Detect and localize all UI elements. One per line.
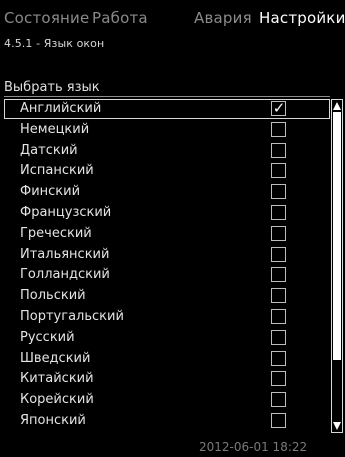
language-label: Французский	[20, 205, 112, 220]
language-row[interactable]: Корейский	[4, 390, 330, 410]
language-checkbox[interactable]	[271, 184, 286, 200]
breadcrumb: 4.5.1 - Язык окон	[4, 37, 105, 50]
language-row[interactable]: Французский	[4, 203, 330, 223]
language-checkbox[interactable]	[271, 371, 286, 387]
language-checkbox[interactable]	[271, 288, 286, 304]
language-row[interactable]: Финский	[4, 182, 330, 202]
language-label: Польский	[20, 288, 86, 304]
language-label: Голландский	[20, 267, 110, 283]
section-divider	[4, 96, 330, 97]
language-checkbox[interactable]	[271, 392, 286, 408]
status-datetime: 2012-06-01 18:22	[199, 440, 308, 454]
tab-status[interactable]: Состояние	[4, 9, 89, 27]
tab-operation[interactable]: Работа	[92, 9, 148, 27]
language-label: Шведский	[20, 350, 91, 366]
language-row[interactable]: Русский	[4, 328, 330, 348]
checkmark-icon: ✓	[272, 99, 286, 117]
language-row[interactable]: Японский	[4, 411, 330, 431]
language-label: Русский	[20, 329, 75, 345]
language-label: Итальянский	[20, 246, 110, 262]
language-label: Корейский	[20, 392, 94, 408]
language-label: Немецкий	[20, 121, 90, 137]
language-label: Китайский	[20, 371, 94, 387]
section-title: Выбрать язык	[4, 80, 100, 95]
language-checkbox[interactable]	[271, 413, 286, 428]
language-row[interactable]: Итальянский	[4, 245, 330, 265]
language-checkbox[interactable]	[271, 329, 286, 345]
triangle-up-icon[interactable]	[333, 102, 341, 110]
language-checkbox[interactable]	[271, 142, 286, 158]
language-checkbox[interactable]	[271, 246, 286, 262]
tab-settings[interactable]: Настройки	[259, 9, 345, 27]
language-row[interactable]: Греческий	[4, 224, 330, 244]
language-list: Английский ✓ Немецкий Датский Испанский Финск…	[4, 99, 330, 433]
language-label: Греческий	[20, 225, 92, 241]
scroll-thumb[interactable]	[333, 112, 341, 360]
language-row[interactable]: Польский	[4, 286, 330, 306]
language-checkbox[interactable]: ✓	[271, 99, 286, 117]
language-row[interactable]: Датский	[4, 141, 330, 161]
language-row[interactable]: Китайский	[4, 369, 330, 389]
language-checkbox[interactable]	[271, 309, 286, 324]
language-row[interactable]: Немецкий	[4, 120, 330, 140]
language-label: Датский	[20, 142, 78, 158]
language-checkbox[interactable]	[271, 225, 286, 241]
language-row[interactable]: Голландский	[4, 265, 330, 285]
language-row[interactable]: Португальский	[4, 307, 330, 327]
language-row[interactable]: Английский ✓	[4, 99, 330, 119]
language-label: Японский	[20, 413, 86, 428]
language-checkbox[interactable]	[271, 163, 286, 179]
language-row[interactable]: Шведский	[4, 349, 330, 369]
language-row[interactable]: Испанский	[4, 161, 330, 181]
scrollbar[interactable]	[331, 99, 343, 433]
language-checkbox[interactable]	[271, 350, 286, 366]
language-checkbox[interactable]	[271, 205, 286, 220]
language-checkbox[interactable]	[271, 267, 286, 283]
triangle-down-icon[interactable]	[333, 422, 341, 430]
tab-alarm[interactable]: Авария	[194, 9, 252, 27]
tab-bar: Состояние Работа Авария Настройки	[4, 9, 345, 29]
language-checkbox[interactable]	[271, 121, 286, 137]
language-label: Испанский	[20, 163, 94, 179]
language-label: Финский	[20, 184, 81, 200]
language-label: Португальский	[20, 309, 124, 324]
language-label: Английский	[20, 101, 102, 116]
